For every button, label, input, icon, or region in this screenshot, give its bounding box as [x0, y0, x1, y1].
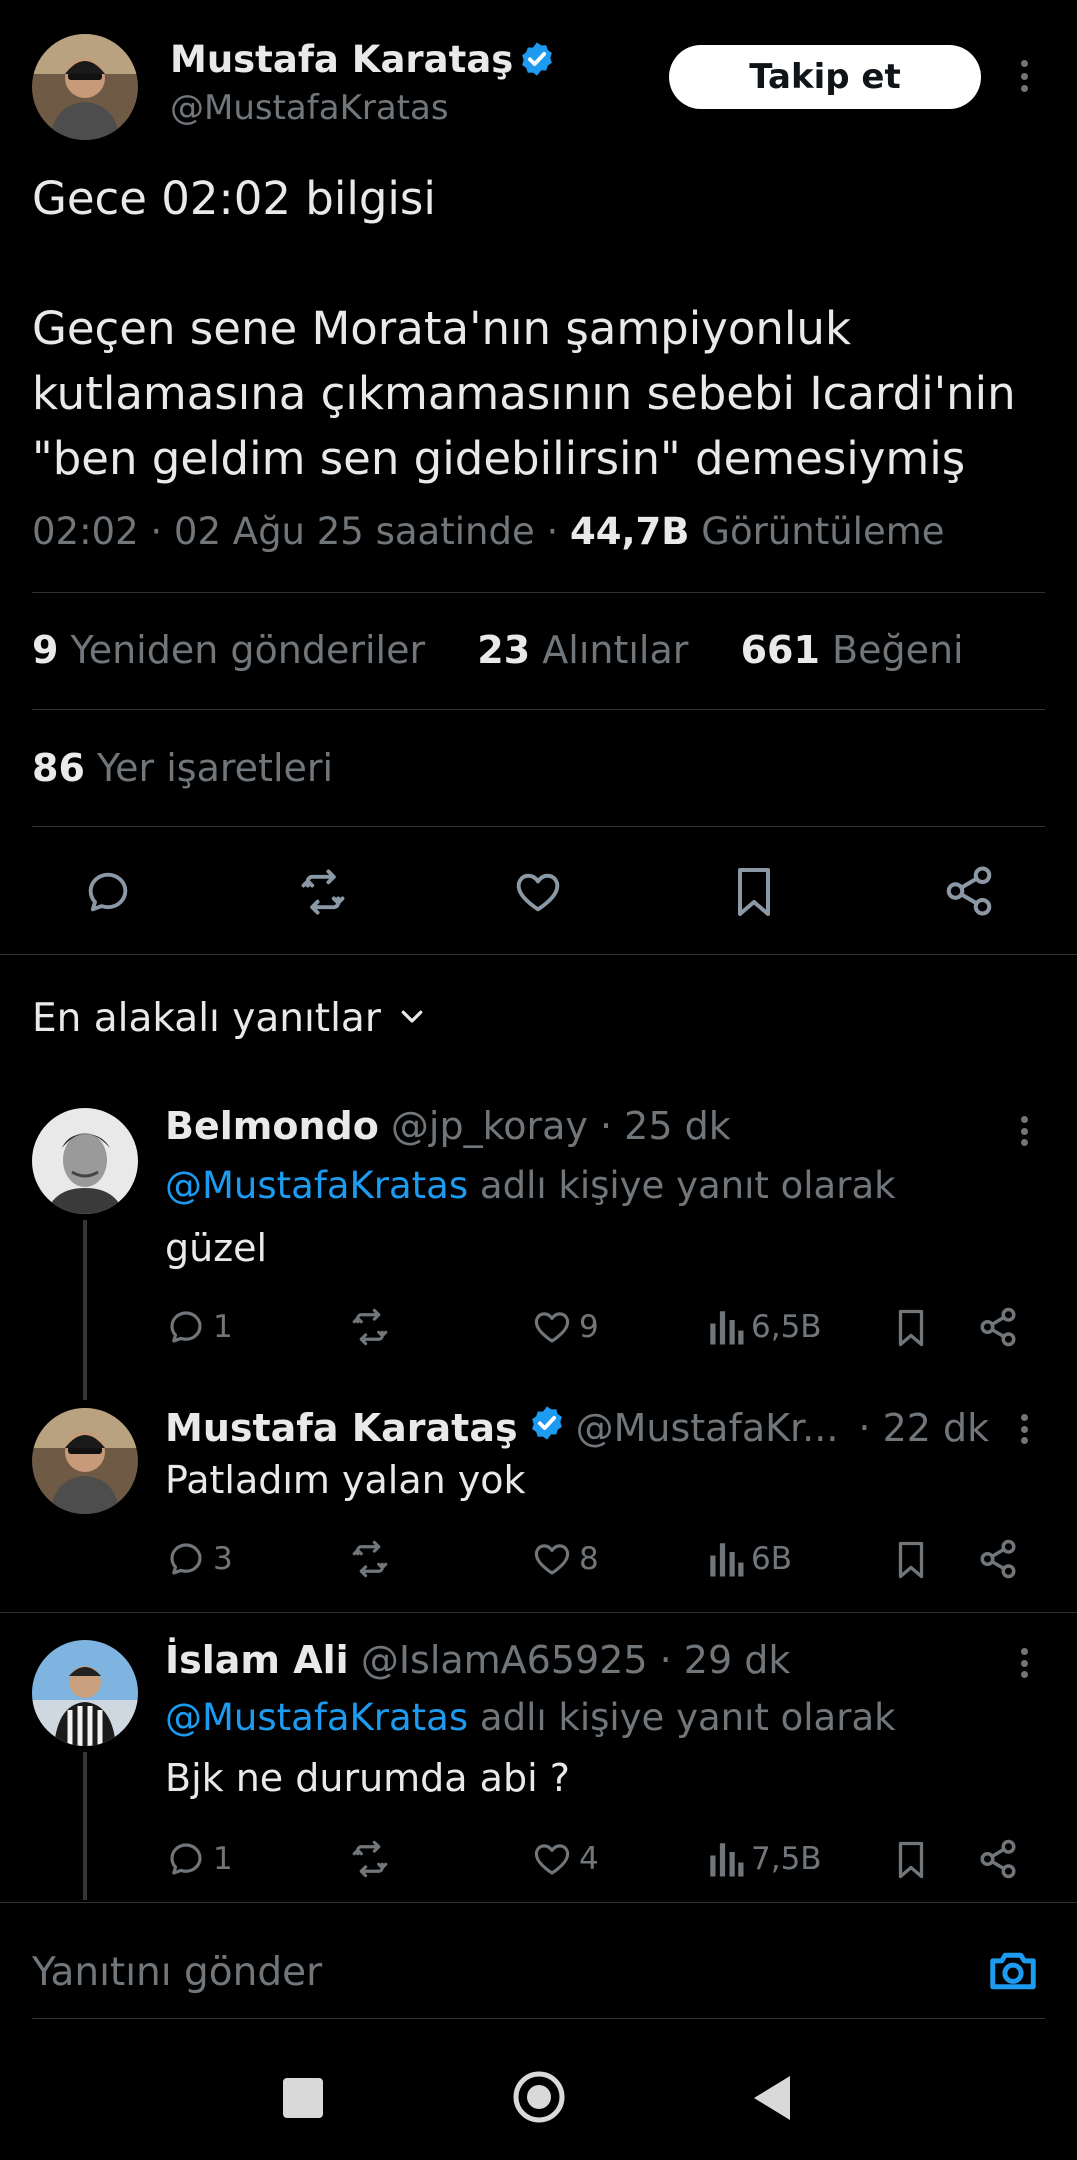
- divider: [0, 1902, 1077, 1903]
- repost-icon[interactable]: [296, 866, 350, 918]
- divider: [0, 954, 1077, 955]
- home-button-icon[interactable]: [512, 2070, 566, 2124]
- reply-like-button[interactable]: 4: [531, 1838, 599, 1880]
- comment-count: 1: [213, 1309, 233, 1345]
- reply-text: Patladım yalan yok: [165, 1458, 526, 1502]
- like-count: 9: [579, 1309, 599, 1345]
- tweet-meta: 02:02 · 02 Ağu 25 saatinde · 44,7B Görün…: [32, 510, 945, 553]
- views-count: 6B: [751, 1541, 792, 1577]
- likes-stat[interactable]: 661 Beğeni: [741, 628, 964, 672]
- reply-share-button[interactable]: [977, 1838, 1019, 1880]
- share-icon[interactable]: [942, 864, 996, 918]
- bookmarks-stat[interactable]: 86 Yer işaretleri: [32, 746, 333, 790]
- reply-bookmark-button[interactable]: [893, 1838, 929, 1882]
- tweet-text-line: Gece 02:02 bilgisi: [32, 172, 436, 225]
- engagement-stats: 9 Yeniden gönderiler 23 Alıntılar 661 Be…: [32, 628, 964, 672]
- reply-time[interactable]: · 22 dk: [858, 1406, 989, 1450]
- reply-share-button[interactable]: [977, 1306, 1019, 1348]
- author-name[interactable]: Mustafa Karataş: [170, 38, 513, 81]
- recent-apps-button[interactable]: [283, 2078, 323, 2118]
- replying-to-link[interactable]: @MustafaKratas: [165, 1164, 468, 1207]
- replying-to: @MustafaKratas adlı kişiye yanıt olarak: [165, 1696, 896, 1739]
- tweet-text: Gece 02:02 bilgisi Geçen sene Morata'nın…: [32, 166, 1016, 491]
- reply-icon[interactable]: [82, 866, 134, 918]
- reply-comment-button[interactable]: 3: [165, 1538, 233, 1580]
- reply-more-icon[interactable]: [1010, 1410, 1038, 1448]
- tweet-text-line: "ben geldim sen gidebilirsin" demesiymiş: [32, 432, 966, 485]
- replies-sort-label: En alakalı yanıtlar: [32, 996, 381, 1041]
- reply-avatar[interactable]: [32, 1408, 138, 1514]
- divider: [32, 709, 1045, 710]
- follow-button[interactable]: Takip et: [669, 45, 981, 109]
- reply-handle-time[interactable]: @jp_koray · 25 dk: [391, 1104, 731, 1148]
- reply-bookmark-button[interactable]: [893, 1306, 929, 1350]
- author-handle[interactable]: @MustafaKratas: [170, 88, 449, 128]
- verified-badge-icon: [518, 40, 556, 78]
- reply-header: Mustafa Karataş @MustafaKr... · 22 dk: [165, 1404, 989, 1451]
- views-count: 6,5B: [751, 1309, 822, 1345]
- verified-badge-icon: [528, 1404, 566, 1451]
- reply-text: Bjk ne durumda abi ?: [165, 1756, 570, 1800]
- reply-repost-button[interactable]: [347, 1538, 393, 1580]
- reply-bookmark-button[interactable]: [893, 1538, 929, 1582]
- tweet-timestamp[interactable]: 02:02 · 02 Ağu 25 saatinde ·: [32, 510, 558, 553]
- reply-like-button[interactable]: 9: [531, 1306, 599, 1348]
- thread-line: [83, 1220, 87, 1400]
- views-count: 7,5B: [751, 1841, 822, 1877]
- views-label: Görüntüleme: [701, 510, 945, 553]
- reply-repost-button[interactable]: [347, 1838, 393, 1880]
- comment-count: 3: [213, 1541, 233, 1577]
- camera-icon[interactable]: [986, 1944, 1040, 1998]
- reply-comment-button[interactable]: 1: [165, 1838, 233, 1880]
- views-count: 44,7B: [570, 510, 690, 553]
- reply-header: İslam Ali @IslamA65925 · 29 dk: [165, 1638, 790, 1682]
- thread-line: [83, 1752, 87, 1900]
- like-count: 4: [579, 1841, 599, 1877]
- divider: [32, 2018, 1045, 2019]
- reply-views-button[interactable]: 6,5B: [707, 1306, 822, 1348]
- bookmark-icon[interactable]: [730, 864, 778, 920]
- comment-count: 1: [213, 1841, 233, 1877]
- quotes-stat[interactable]: 23 Alıntılar: [477, 628, 688, 672]
- tweet-text-line: kutlamasına çıkmamasının sebebi Icardi'n…: [32, 367, 1016, 420]
- author-avatar[interactable]: [32, 34, 138, 140]
- back-button-icon[interactable]: [750, 2074, 792, 2122]
- reply-avatar[interactable]: [32, 1108, 138, 1214]
- more-options-icon[interactable]: [1010, 56, 1038, 96]
- tweet-text-line: Geçen sene Morata'nın şampiyonluk: [32, 302, 852, 355]
- reply-handle-time[interactable]: @IslamA65925 · 29 dk: [361, 1638, 791, 1682]
- like-count: 8: [579, 1541, 599, 1577]
- reply-handle[interactable]: @MustafaKr...: [576, 1406, 839, 1450]
- reply-more-icon[interactable]: [1010, 1112, 1038, 1150]
- reply-views-button[interactable]: 6B: [707, 1538, 792, 1580]
- replies-sort-dropdown[interactable]: En alakalı yanıtlar: [32, 996, 427, 1041]
- divider: [32, 592, 1045, 593]
- replying-to: @MustafaKratas adlı kişiye yanıt olarak: [165, 1164, 896, 1207]
- reply-repost-button[interactable]: [347, 1306, 393, 1348]
- reply-author-name[interactable]: Belmondo: [165, 1104, 379, 1148]
- reply-author-name[interactable]: İslam Ali: [165, 1638, 349, 1682]
- reply-author-name[interactable]: Mustafa Karataş: [165, 1406, 518, 1450]
- reply-views-button[interactable]: 7,5B: [707, 1838, 822, 1880]
- reply-comment-button[interactable]: 1: [165, 1306, 233, 1348]
- reposts-stat[interactable]: 9 Yeniden gönderiler: [32, 628, 425, 672]
- reply-composer-input[interactable]: Yanıtını gönder: [32, 1950, 322, 1995]
- reply-text: güzel: [165, 1226, 268, 1270]
- chevron-down-icon: [397, 996, 427, 1041]
- reply-share-button[interactable]: [977, 1538, 1019, 1580]
- like-icon[interactable]: [512, 866, 564, 918]
- replying-to-link[interactable]: @MustafaKratas: [165, 1696, 468, 1739]
- reply-like-button[interactable]: 8: [531, 1538, 599, 1580]
- divider: [32, 826, 1045, 827]
- divider: [0, 1612, 1077, 1613]
- reply-more-icon[interactable]: [1010, 1644, 1038, 1682]
- reply-header: Belmondo @jp_koray · 25 dk: [165, 1104, 731, 1148]
- reply-avatar[interactable]: [32, 1640, 138, 1746]
